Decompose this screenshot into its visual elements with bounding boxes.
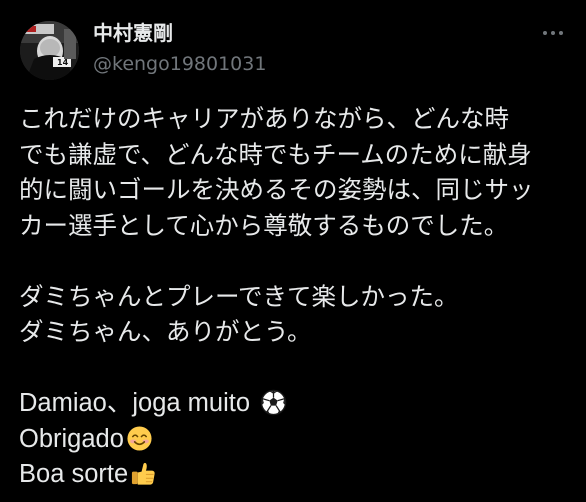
- tweet-text-line: Obrigado: [19, 421, 569, 457]
- more-dots-icon: [551, 31, 555, 35]
- soccer-ball-icon: [260, 389, 287, 426]
- author-display-name[interactable]: 中村憲剛: [93, 21, 173, 45]
- more-dots-icon: [559, 31, 563, 35]
- author-handle[interactable]: @kengo19801031: [93, 53, 266, 75]
- tweet-text-segment: Boa sorte: [19, 460, 129, 488]
- tweet-text-line: Boa sorte: [19, 456, 569, 492]
- paragraph-break: [19, 350, 569, 386]
- paragraph-break: [19, 243, 569, 279]
- tweet-text-line: これだけのキャリアがありながら、どんな時: [19, 104, 509, 133]
- avatar-photo: 14: [20, 21, 79, 80]
- tweet-text: これだけのキャリアがありながら、どんな時 でも謙虚で、どんな時でもチームのために…: [19, 101, 569, 492]
- thumbs-up-icon: [130, 460, 157, 497]
- tweet-text-line: Damiao、joga muito: [19, 385, 569, 421]
- tweet-text-line: ダミちゃん、ありがとう。: [19, 317, 312, 346]
- tweet-text-line: 的に闘いゴールを決めるその姿勢は、同じサッ: [19, 175, 534, 204]
- tweet-card: 14 中村憲剛 @kengo19801031 これだけのキャリアがありながら、ど…: [0, 0, 586, 502]
- tweet-text-segment: Obrigado: [19, 424, 124, 453]
- svg-text:14: 14: [57, 58, 69, 67]
- tweet-text-line: カー選手として心から尊敬するものでした。: [19, 210, 509, 240]
- avatar[interactable]: 14: [20, 21, 79, 80]
- more-dots-icon: [543, 31, 547, 35]
- tweet-text-line: ダミちゃんとプレーできて楽しかった。: [19, 281, 459, 311]
- tweet-text-line: でも謙虚で、どんな時でもチームのために献身: [19, 139, 532, 169]
- more-options-button[interactable]: [540, 20, 566, 46]
- tweet-text-segment: Damiao、joga muito: [19, 389, 251, 417]
